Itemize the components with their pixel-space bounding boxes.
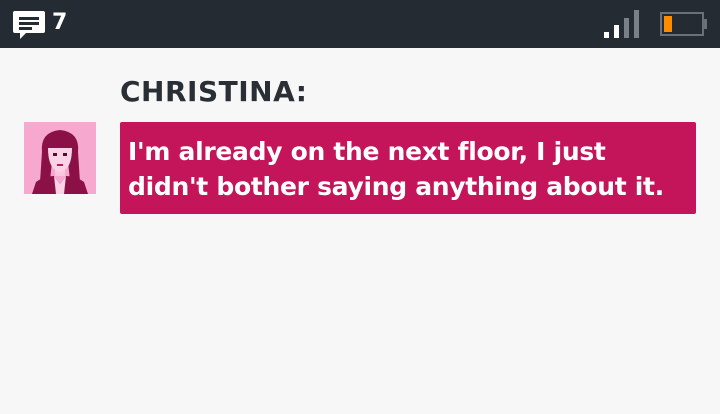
chat-bubble-icon[interactable] — [12, 9, 46, 41]
status-bar: 7 — [0, 0, 720, 48]
dialogue-text: I'm already on the next floor, I just di… — [128, 137, 664, 201]
signal-strength-icon — [603, 8, 641, 40]
battery-low-icon — [660, 10, 708, 38]
christina-avatar — [24, 122, 96, 194]
speaker-name: CHRISTINA: — [120, 75, 308, 108]
dialogue-bubble: I'm already on the next floor, I just di… — [120, 122, 696, 214]
message-count: 7 — [52, 10, 68, 35]
